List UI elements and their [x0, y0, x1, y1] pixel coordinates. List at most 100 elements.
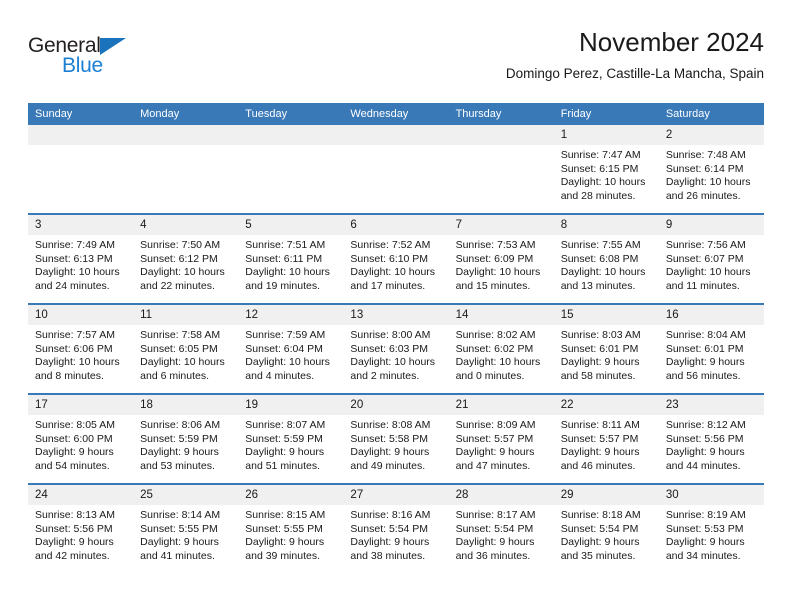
calendar-day-cell[interactable]: 21 Sunrise: 8:09 AM Sunset: 5:57 PM Dayligh… — [448, 393, 554, 484]
calendar-day-cell[interactable]: 27 Sunrise: 8:16 AM Sunset: 5:54 PM Dayligh… — [343, 483, 449, 573]
calendar-day-cell[interactable]: 18 Sunrise: 8:06 AM Sunset: 5:59 PM Dayligh… — [133, 393, 239, 484]
day-number: 13 — [343, 305, 449, 325]
sunset-text: Sunset: 5:56 PM — [35, 522, 113, 535]
sunrise-text: Sunrise: 7:48 AM — [665, 149, 746, 161]
calendar-day-cell[interactable]: 2 Sunrise: 7:48 AM Sunset: 6:14 PM Daylight… — [658, 125, 764, 214]
day-sun-info: Sunrise: 8:06 AM Sunset: 5:59 PM Daylight:… — [133, 415, 238, 473]
weekday-header-monday: Monday — [133, 103, 239, 125]
day-number — [238, 125, 344, 145]
daylight-text: Daylight: 9 hours and 58 minutes. — [560, 356, 640, 382]
calendar-day-cell[interactable]: 13 Sunrise: 8:00 AM Sunset: 6:03 PM Dayligh… — [343, 303, 449, 394]
sunset-text: Sunset: 6:11 PM — [245, 252, 323, 265]
sunrise-text: Sunrise: 8:16 AM — [350, 509, 431, 521]
day-number: 5 — [238, 215, 344, 235]
sunset-text: Sunset: 5:54 PM — [560, 522, 639, 535]
calendar-day-cell[interactable]: 3 Sunrise: 7:49 AM Sunset: 6:13 PM Daylight… — [28, 213, 134, 304]
sunrise-text: Sunrise: 7:50 AM — [140, 239, 221, 251]
daylight-text: Daylight: 9 hours and 36 minutes. — [455, 536, 535, 562]
calendar-day-cell[interactable]: 14 Sunrise: 8:02 AM Sunset: 6:02 PM Dayligh… — [448, 303, 554, 394]
day-sun-info: Sunrise: 8:12 AM Sunset: 5:56 PM Daylight:… — [659, 415, 764, 473]
sunrise-text: Sunrise: 7:53 AM — [455, 239, 536, 251]
sunset-text: Sunset: 6:02 PM — [455, 342, 534, 355]
weekday-header-thursday: Thursday — [448, 103, 554, 125]
day-sun-info: Sunrise: 8:13 AM Sunset: 5:56 PM Daylight:… — [28, 505, 133, 563]
day-sun-info: Sunrise: 7:58 AM Sunset: 6:05 PM Daylight:… — [133, 325, 238, 383]
page-header: General Blue November 2024 Domingo Perez… — [28, 26, 764, 100]
sunset-text: Sunset: 6:08 PM — [560, 252, 639, 265]
daylight-text: Daylight: 10 hours and 6 minutes. — [140, 356, 225, 382]
daylight-text: Daylight: 9 hours and 51 minutes. — [245, 446, 325, 472]
day-sun-info: Sunrise: 8:03 AM Sunset: 6:01 PM Daylight:… — [554, 325, 659, 383]
calendar-head: Sunday Monday Tuesday Wednesday Thursday… — [28, 103, 764, 125]
calendar-day-cell[interactable]: 16 Sunrise: 8:04 AM Sunset: 6:01 PM Dayligh… — [658, 303, 764, 394]
sunset-text: Sunset: 6:14 PM — [665, 162, 744, 175]
calendar-day-cell[interactable]: 1 Sunrise: 7:47 AM Sunset: 6:15 PM Daylight… — [553, 125, 659, 214]
daylight-text: Daylight: 10 hours and 28 minutes. — [560, 176, 646, 202]
calendar-day-cell[interactable]: 25 Sunrise: 8:14 AM Sunset: 5:55 PM Dayligh… — [133, 483, 239, 573]
day-sun-info: Sunrise: 7:53 AM Sunset: 6:09 PM Daylight:… — [449, 235, 554, 293]
day-sun-info: Sunrise: 7:55 AM Sunset: 6:08 PM Daylight:… — [554, 235, 659, 293]
sunset-text: Sunset: 5:56 PM — [665, 432, 744, 445]
page-subtitle: Domingo Perez, Castille-La Mancha, Spain — [505, 66, 764, 81]
calendar-day-cell[interactable]: 7 Sunrise: 7:53 AM Sunset: 6:09 PM Daylight… — [448, 213, 554, 304]
day-sun-info: Sunrise: 7:47 AM Sunset: 6:15 PM Daylight:… — [554, 145, 659, 203]
day-number: 14 — [448, 305, 554, 325]
day-number: 27 — [343, 485, 449, 505]
day-number: 22 — [553, 395, 659, 415]
calendar-day-cell[interactable]: 28 Sunrise: 8:17 AM Sunset: 5:54 PM Dayligh… — [448, 483, 554, 573]
calendar-cell-empty — [28, 125, 134, 214]
calendar-day-cell[interactable]: 6 Sunrise: 7:52 AM Sunset: 6:10 PM Daylight… — [343, 213, 449, 304]
calendar-day-cell[interactable]: 23 Sunrise: 8:12 AM Sunset: 5:56 PM Dayligh… — [658, 393, 764, 484]
day-sun-info: Sunrise: 8:04 AM Sunset: 6:01 PM Daylight:… — [659, 325, 764, 383]
calendar-day-cell[interactable]: 19 Sunrise: 8:07 AM Sunset: 5:59 PM Dayligh… — [238, 393, 344, 484]
calendar-day-cell[interactable]: 5 Sunrise: 7:51 AM Sunset: 6:11 PM Daylight… — [238, 213, 344, 304]
day-sun-info: Sunrise: 8:08 AM Sunset: 5:58 PM Daylight:… — [343, 415, 448, 473]
day-sun-info: Sunrise: 8:09 AM Sunset: 5:57 PM Daylight:… — [449, 415, 554, 473]
weekday-header-row: Sunday Monday Tuesday Wednesday Thursday… — [28, 103, 764, 125]
calendar-day-cell[interactable]: 29 Sunrise: 8:18 AM Sunset: 5:54 PM Dayligh… — [553, 483, 659, 573]
calendar-day-cell[interactable]: 26 Sunrise: 8:15 AM Sunset: 5:55 PM Dayligh… — [238, 483, 344, 573]
calendar-day-cell[interactable]: 20 Sunrise: 8:08 AM Sunset: 5:58 PM Dayligh… — [343, 393, 449, 484]
calendar-cell-empty — [448, 125, 554, 214]
calendar-day-cell[interactable]: 4 Sunrise: 7:50 AM Sunset: 6:12 PM Daylight… — [133, 213, 239, 304]
calendar-day-cell[interactable]: 24 Sunrise: 8:13 AM Sunset: 5:56 PM Dayligh… — [28, 483, 134, 573]
sunrise-text: Sunrise: 8:02 AM — [455, 329, 536, 341]
calendar-day-cell[interactable]: 22 Sunrise: 8:11 AM Sunset: 5:57 PM Dayligh… — [553, 393, 659, 484]
day-sun-info: Sunrise: 7:59 AM Sunset: 6:04 PM Daylight:… — [238, 325, 343, 383]
sunrise-text: Sunrise: 8:07 AM — [245, 419, 326, 431]
day-number: 15 — [553, 305, 659, 325]
weekday-header-saturday: Saturday — [658, 103, 764, 125]
sunset-text: Sunset: 5:59 PM — [245, 432, 323, 445]
calendar-day-cell[interactable]: 12 Sunrise: 7:59 AM Sunset: 6:04 PM Dayligh… — [238, 303, 344, 394]
weekday-header-wednesday: Wednesday — [343, 103, 449, 125]
calendar-week-row: 1 Sunrise: 7:47 AM Sunset: 6:15 PM Daylight… — [28, 125, 764, 214]
sunset-text: Sunset: 6:13 PM — [35, 252, 113, 265]
daylight-text: Daylight: 9 hours and 44 minutes. — [665, 446, 745, 472]
sunset-text: Sunset: 5:59 PM — [140, 432, 218, 445]
calendar-day-cell[interactable]: 30 Sunrise: 8:19 AM Sunset: 5:53 PM Dayligh… — [658, 483, 764, 573]
sunrise-text: Sunrise: 7:47 AM — [560, 149, 641, 161]
sunrise-text: Sunrise: 8:18 AM — [560, 509, 641, 521]
calendar-day-cell[interactable]: 10 Sunrise: 7:57 AM Sunset: 6:06 PM Dayligh… — [28, 303, 134, 394]
calendar-day-cell[interactable]: 17 Sunrise: 8:05 AM Sunset: 6:00 PM Dayligh… — [28, 393, 134, 484]
day-number: 8 — [553, 215, 659, 235]
weekday-header-friday: Friday — [553, 103, 659, 125]
daylight-text: Daylight: 9 hours and 46 minutes. — [560, 446, 640, 472]
daylight-text: Daylight: 9 hours and 49 minutes. — [350, 446, 430, 472]
calendar-day-cell[interactable]: 8 Sunrise: 7:55 AM Sunset: 6:08 PM Daylight… — [553, 213, 659, 304]
calendar-day-cell[interactable]: 11 Sunrise: 7:58 AM Sunset: 6:05 PM Dayligh… — [133, 303, 239, 394]
daylight-text: Daylight: 10 hours and 2 minutes. — [350, 356, 436, 382]
weekday-header-tuesday: Tuesday — [238, 103, 344, 125]
sunset-text: Sunset: 6:15 PM — [560, 162, 639, 175]
calendar-day-cell[interactable]: 9 Sunrise: 7:56 AM Sunset: 6:07 PM Daylight… — [658, 213, 764, 304]
sunrise-text: Sunrise: 8:13 AM — [35, 509, 115, 521]
weekday-header-sunday: Sunday — [28, 103, 134, 125]
calendar-week-row: 10 Sunrise: 7:57 AM Sunset: 6:06 PM Dayligh… — [28, 303, 764, 394]
calendar-body: 1 Sunrise: 7:47 AM Sunset: 6:15 PM Daylight… — [28, 125, 764, 573]
day-number: 2 — [658, 125, 764, 145]
day-number: 11 — [133, 305, 239, 325]
general-blue-logo[interactable]: General Blue — [28, 34, 158, 80]
calendar-day-cell[interactable]: 15 Sunrise: 8:03 AM Sunset: 6:01 PM Dayligh… — [553, 303, 659, 394]
daylight-text: Daylight: 10 hours and 22 minutes. — [140, 266, 225, 292]
day-sun-info: Sunrise: 7:48 AM Sunset: 6:14 PM Daylight:… — [659, 145, 764, 203]
